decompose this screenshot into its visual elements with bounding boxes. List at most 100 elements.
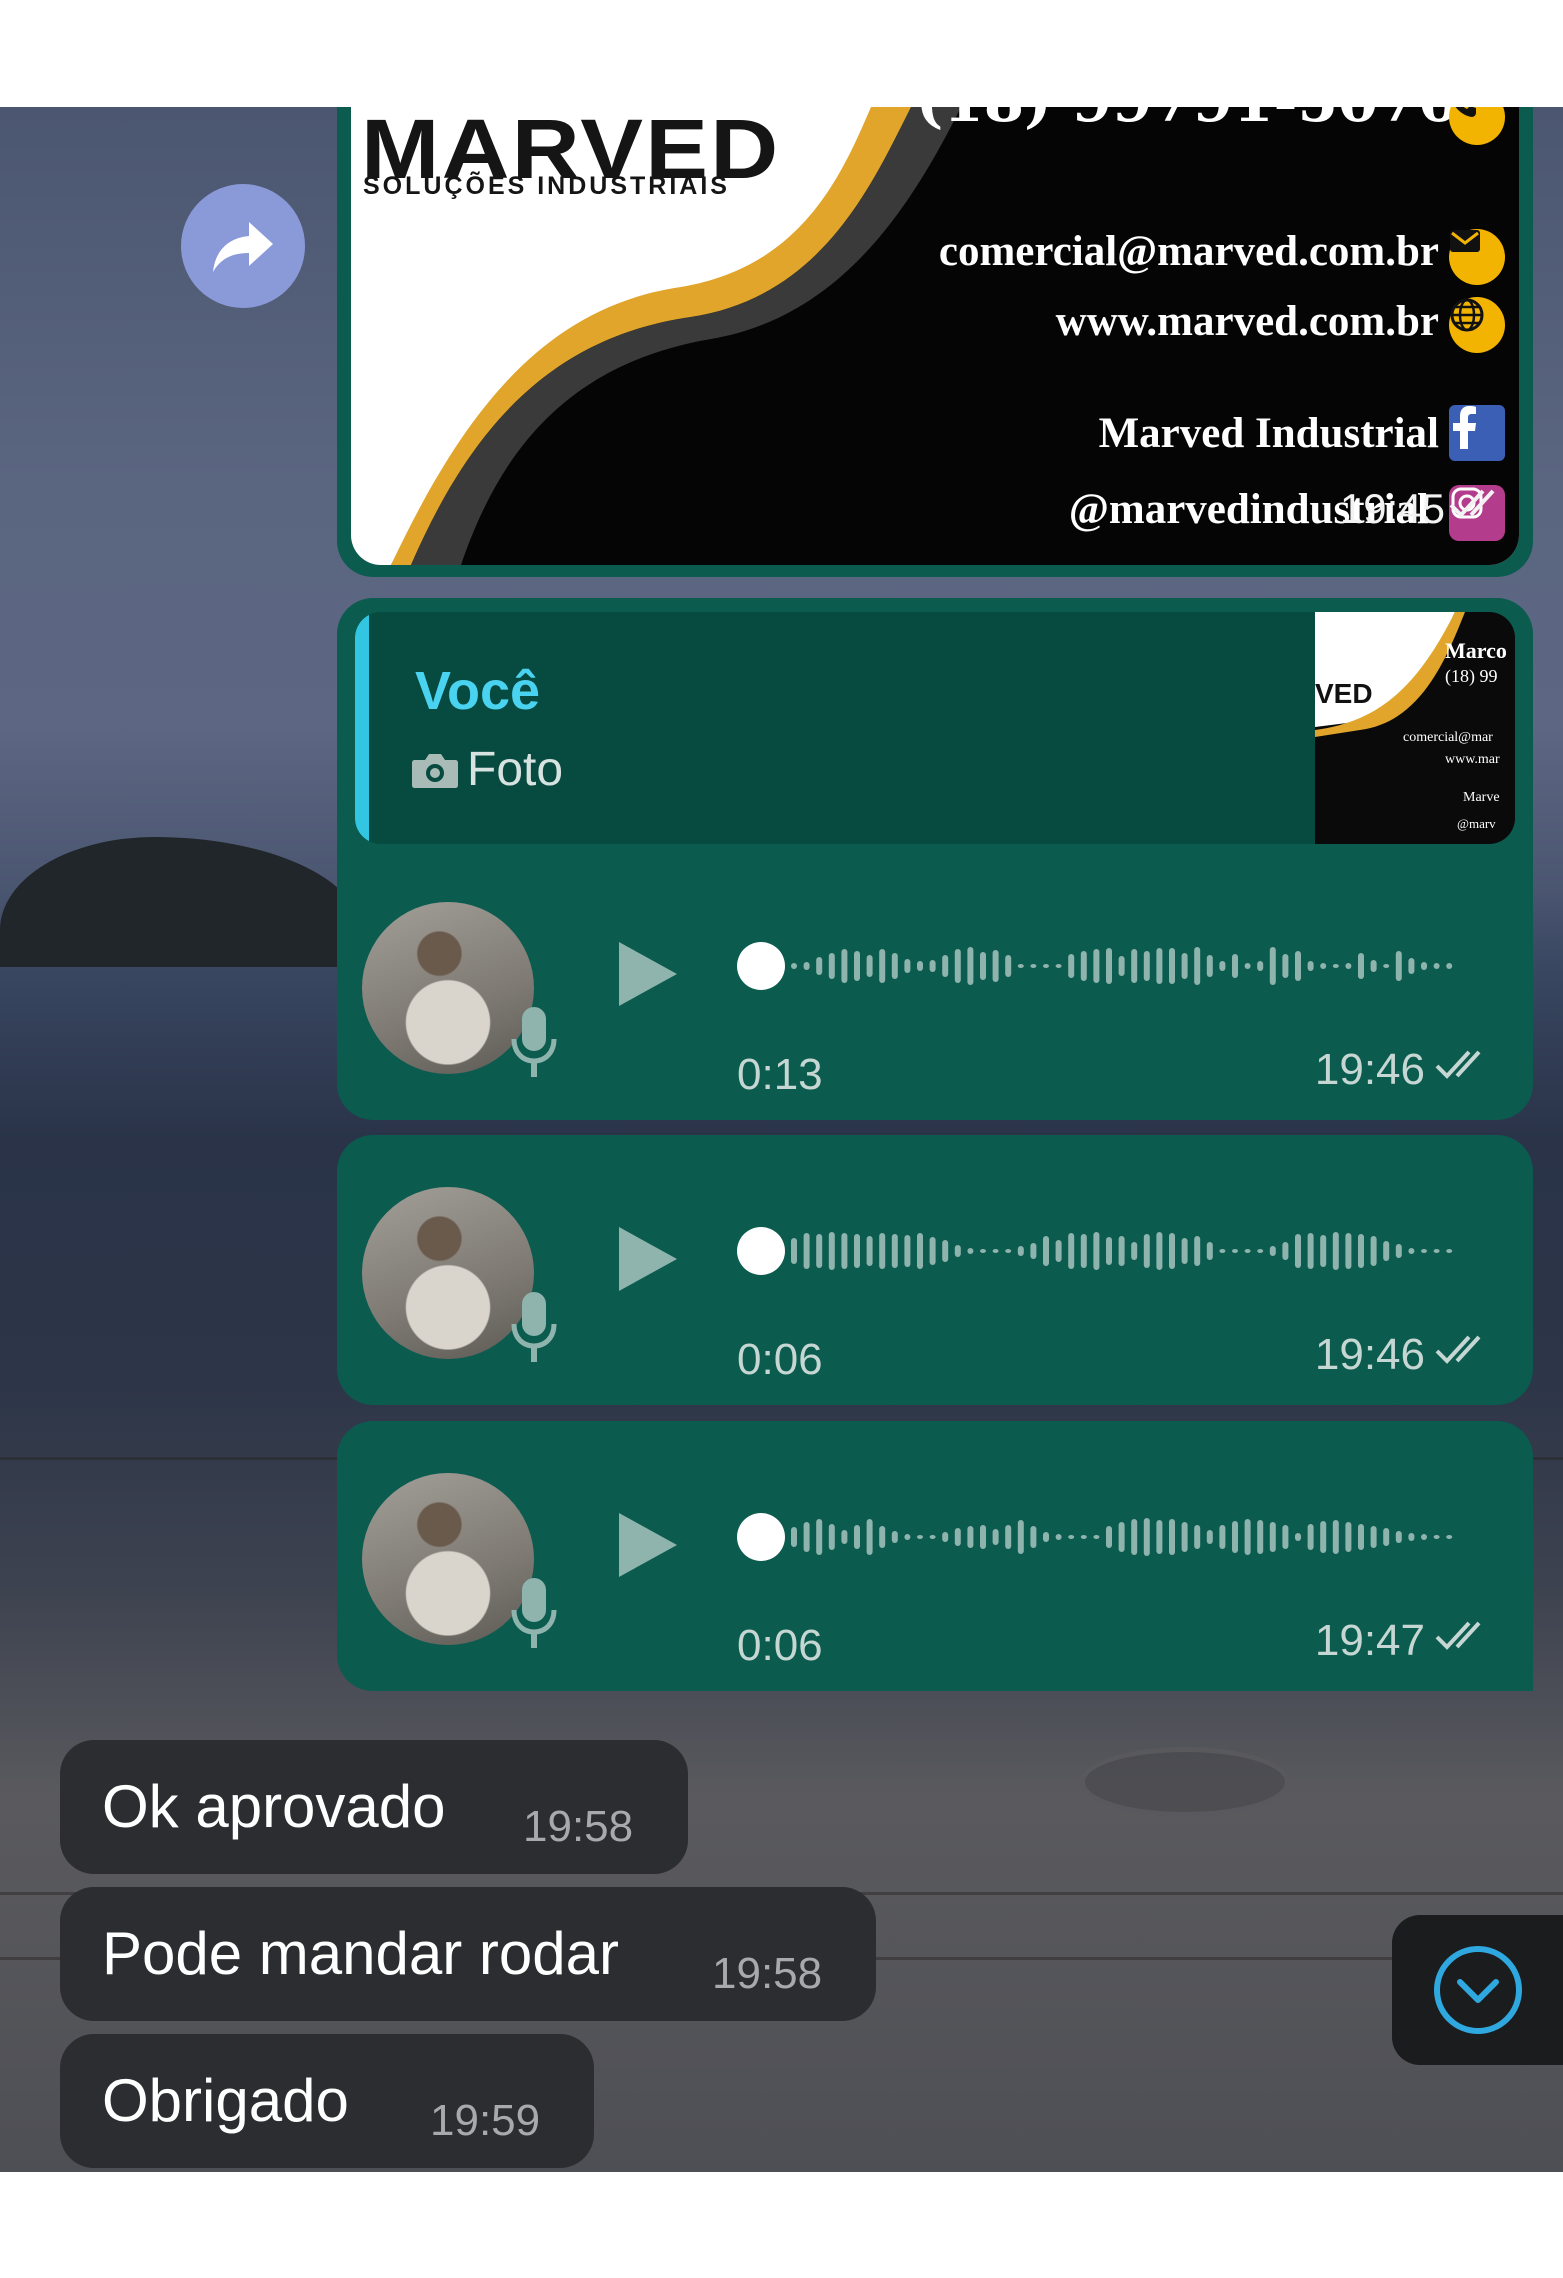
waveform-bar	[929, 1237, 936, 1265]
thumb-phone: (18) 99	[1445, 666, 1498, 686]
waveform-bar	[1345, 1233, 1352, 1269]
waveform-bar	[917, 961, 923, 971]
waveform-bar	[828, 1524, 835, 1550]
scroll-to-bottom-button[interactable]	[1392, 1915, 1563, 2065]
microphone-icon	[511, 1292, 557, 1362]
waveform-bar	[1206, 955, 1213, 977]
waveform-bar	[1244, 1519, 1251, 1555]
play-icon[interactable]	[617, 940, 679, 1008]
waveform-bar	[967, 947, 974, 985]
forward-button[interactable]	[181, 184, 305, 308]
waveform-bar	[841, 949, 848, 983]
waveform-bar	[1118, 1236, 1125, 1266]
incoming-message[interactable]: Obrigado 19:59	[60, 2034, 594, 2168]
wallpaper-hill	[0, 837, 360, 967]
waveform-bar	[891, 1531, 898, 1543]
waveform-bar	[917, 1535, 923, 1539]
waveform-bar	[1320, 1521, 1327, 1553]
waveform-bar	[1269, 947, 1276, 985]
play-icon[interactable]	[617, 1225, 679, 1293]
waveform-bar	[854, 951, 860, 981]
playhead[interactable]	[737, 942, 785, 990]
waveform-bar	[1219, 961, 1226, 971]
waveform-bar	[1093, 1535, 1100, 1539]
thumb-name: Marco	[1445, 638, 1507, 663]
waveform-bar	[1156, 948, 1163, 984]
card-facebook: Marved Industrial	[1098, 410, 1439, 457]
waveform-bar	[1446, 1249, 1453, 1253]
waveform-bar	[1043, 1236, 1049, 1266]
waveform-bar	[1408, 958, 1415, 974]
image-message-bubble[interactable]: MARVED SOLUÇÕES INDUSTRIAIS (18) 99791-5…	[337, 107, 1533, 577]
waveform-bar	[1383, 1528, 1390, 1546]
waveform-bar	[942, 1240, 949, 1262]
waveform-bar	[1206, 1530, 1213, 1544]
waveform-bar	[1244, 963, 1251, 969]
message-time: 19:46	[1314, 1330, 1425, 1379]
card-website: www.marved.com.br	[1055, 298, 1439, 345]
waveform-bar	[803, 1233, 810, 1269]
waveform-bar	[1169, 1233, 1175, 1269]
waveform-bar	[917, 1233, 923, 1269]
waveform-bar	[1358, 953, 1364, 979]
waveform-bar	[854, 1234, 860, 1268]
waveform-bar	[879, 1526, 886, 1548]
waveform-bar	[1181, 953, 1188, 979]
camera-icon	[412, 754, 458, 788]
waveform-bar	[1408, 1533, 1415, 1541]
waveform-bar	[1118, 1522, 1125, 1552]
waveform-bar	[891, 1234, 898, 1268]
chevron-down-circle-icon	[1433, 1946, 1522, 2034]
waveform-bar	[1005, 1525, 1012, 1549]
waveform-bar	[1295, 951, 1301, 981]
waveform-bar	[1131, 949, 1138, 983]
waveform-bar	[1269, 1522, 1276, 1552]
globe-icon	[1449, 297, 1505, 353]
waveform[interactable]	[737, 936, 1457, 996]
waveform-bar	[942, 1532, 949, 1542]
waveform[interactable]	[737, 1221, 1457, 1281]
waveform-bar	[791, 1238, 797, 1264]
waveform[interactable]	[737, 1507, 1457, 1567]
card-brand-subtitle: SOLUÇÕES INDUSTRIAIS	[363, 172, 730, 200]
waveform-bar	[1143, 951, 1150, 981]
incoming-message[interactable]: Pode mandar rodar 19:58	[60, 1887, 876, 2021]
playhead[interactable]	[737, 1227, 785, 1275]
incoming-message[interactable]: Ok aprovado 19:58	[60, 1740, 688, 1874]
playhead[interactable]	[737, 1513, 785, 1561]
message-time: 19:59	[430, 2096, 541, 2145]
waveform-bar	[866, 1236, 873, 1266]
waveform-bar	[1383, 964, 1390, 968]
waveform-bar	[1131, 1242, 1138, 1260]
waveform-bar	[791, 963, 797, 969]
waveform-bar	[803, 1522, 810, 1552]
waveform-bar	[1395, 1531, 1402, 1543]
voice-duration: 0:06	[737, 1335, 823, 1384]
play-icon[interactable]	[617, 1511, 679, 1579]
waveform-bar	[1043, 964, 1049, 968]
waveform-bar	[1345, 1522, 1352, 1552]
waveform-bar	[967, 1526, 974, 1548]
forward-arrow-icon	[213, 222, 273, 272]
waveform-bar	[1068, 1233, 1075, 1269]
waveform-bar	[1370, 1526, 1377, 1548]
waveform-bar	[1433, 1535, 1440, 1539]
waveform-bar	[992, 950, 999, 982]
waveform-bar	[1421, 1534, 1427, 1540]
waveform-bar	[954, 1528, 961, 1546]
waveform-bar	[1232, 1249, 1238, 1253]
waveform-bar	[1383, 1241, 1390, 1261]
card-email: comercial@marved.com.br	[938, 228, 1439, 275]
waveform-bar	[841, 1530, 848, 1544]
waveform-bar	[1080, 1234, 1087, 1268]
waveform-bar	[1030, 1243, 1037, 1259]
thumb-brand: VED	[1315, 678, 1373, 709]
reply-quote[interactable]: Você Foto VED Marco (18) 99 comercial@ma…	[355, 612, 1515, 844]
waveform-bar	[1408, 1248, 1415, 1254]
thumb-instagram: @marv	[1457, 816, 1496, 831]
waveform-bar	[1232, 954, 1238, 978]
waveform-bar	[1370, 960, 1377, 972]
waveform-bar	[1395, 1244, 1402, 1258]
waveform-bar	[1194, 947, 1201, 985]
waveform-bar	[1106, 1526, 1112, 1548]
